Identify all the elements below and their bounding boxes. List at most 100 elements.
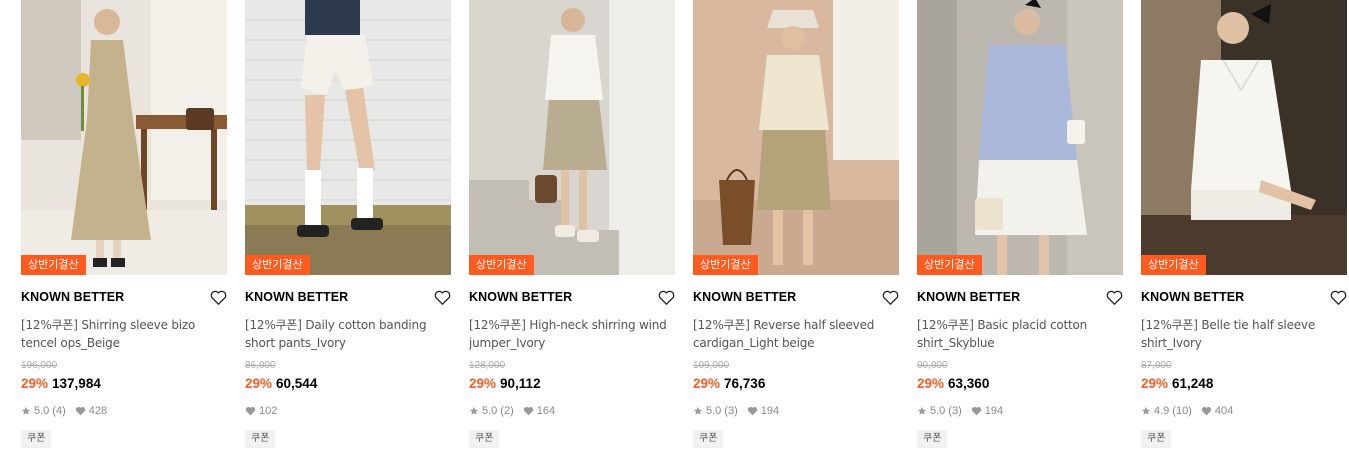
likes-count: 194 — [760, 405, 780, 417]
product-name[interactable]: [12%쿠폰] Belle tie half sleeve shirt_Ivor… — [1141, 316, 1347, 352]
review-meta: 4.9 (10) 404 — [1141, 404, 1347, 418]
sale-price: 61,248 — [1172, 376, 1214, 391]
price-row: 29% 63,360 — [917, 375, 1123, 392]
discount-rate: 29% — [245, 376, 273, 391]
sale-price: 63,360 — [948, 376, 990, 391]
product-image[interactable]: 상반기결산 — [1141, 0, 1347, 275]
coupon-tag: 쿠폰 — [21, 430, 52, 448]
discount-rate: 29% — [693, 376, 721, 391]
likes-heart-icon — [75, 407, 85, 416]
wishlist-heart-icon[interactable] — [433, 289, 451, 305]
star-icon — [469, 406, 479, 415]
wishlist-heart-icon[interactable] — [881, 289, 899, 305]
review-meta: 5.0 (4) 428 — [21, 404, 227, 418]
brand-name[interactable]: KNOWN BETTER — [1141, 290, 1244, 304]
likes-count: 102 — [259, 405, 278, 417]
product-image[interactable]: 상반기결산 — [693, 0, 899, 275]
likes-heart-icon — [245, 407, 256, 416]
likes-count: 428 — [88, 405, 108, 417]
product-name[interactable]: [12%쿠폰] Daily cotton banding short pants… — [245, 316, 451, 352]
star-icon — [1141, 406, 1151, 415]
product-photo-skyblue-shirt — [917, 0, 1123, 275]
rating-value: 5.0 — [930, 405, 946, 417]
rating-value: 4.9 — [1154, 405, 1170, 417]
review-count: (2) — [500, 405, 514, 417]
review-count: (3) — [724, 405, 738, 417]
brand-name[interactable]: KNOWN BETTER — [21, 290, 124, 304]
product-card[interactable]: 상반기결산 KNOWN BETTER [12%쿠폰] Belle tie hal… — [1141, 0, 1347, 448]
product-grid: 상반기결산 KNOWN BETTER [12%쿠폰] Shirring slee… — [21, 0, 1347, 448]
sale-badge: 상반기결산 — [469, 255, 534, 275]
sale-price: 60,544 — [276, 376, 318, 391]
brand-name[interactable]: KNOWN BETTER — [693, 290, 796, 304]
wishlist-heart-icon[interactable] — [1105, 289, 1123, 305]
sale-price: 90,112 — [500, 376, 541, 391]
brand-name[interactable]: KNOWN BETTER — [245, 290, 348, 304]
product-name[interactable]: [12%쿠폰] Basic placid cotton shirt_Skyblu… — [917, 316, 1123, 352]
brand-name[interactable]: KNOWN BETTER — [917, 290, 1020, 304]
product-name[interactable]: [12%쿠폰] Shirring sleeve bizo tencel ops_… — [21, 316, 227, 352]
wishlist-heart-icon[interactable] — [657, 289, 675, 305]
rating-value: 5.0 — [482, 405, 498, 417]
price-row: 29% 61,248 — [1141, 375, 1347, 392]
product-image[interactable]: 상반기결산 — [245, 0, 451, 275]
product-image[interactable]: 상반기결산 — [917, 0, 1123, 275]
sale-badge: 상반기결산 — [245, 255, 310, 275]
product-photo-ivory-shorts — [245, 0, 451, 275]
wishlist-heart-icon[interactable] — [1329, 289, 1347, 305]
review-count: (4) — [52, 405, 66, 417]
price-row: 29% 90,112 — [469, 375, 675, 392]
likes-heart-icon — [747, 407, 757, 416]
price-row: 29% 137,984 — [21, 375, 227, 392]
brand-name[interactable]: KNOWN BETTER — [469, 290, 572, 304]
coupon-tag: 쿠폰 — [1141, 430, 1172, 448]
original-price: 128,000 — [469, 360, 506, 371]
original-price: 109,000 — [693, 360, 730, 371]
likes-heart-icon — [1201, 407, 1212, 416]
original-price: 196,000 — [21, 360, 58, 371]
product-card[interactable]: 상반기결산 KNOWN BETTER [12%쿠폰] High-neck shi… — [469, 0, 675, 448]
likes-count: 164 — [536, 405, 556, 417]
discount-rate: 29% — [469, 376, 497, 391]
coupon-tag: 쿠폰 — [917, 430, 948, 448]
coupon-tag: 쿠폰 — [693, 430, 724, 448]
review-meta: 5.0 (3) 194 — [693, 404, 899, 418]
coupon-tag: 쿠폰 — [469, 430, 500, 448]
original-price: 87,000 — [1141, 360, 1172, 371]
wishlist-heart-icon[interactable] — [209, 289, 227, 305]
rating-value: 5.0 — [706, 405, 722, 417]
price-row: 29% 60,544 — [245, 375, 451, 392]
product-photo-beige-dress — [21, 0, 227, 275]
discount-rate: 29% — [21, 376, 49, 391]
product-card[interactable]: 상반기결산 KNOWN BETTER [12%쿠폰] Shirring slee… — [21, 0, 227, 448]
product-photo-beige-cardigan — [693, 0, 899, 275]
likes-heart-icon — [523, 407, 533, 416]
likes-count: 194 — [984, 405, 1004, 417]
review-meta: 5.0 (2) 164 — [469, 404, 675, 418]
original-price: 86,000 — [245, 360, 276, 371]
product-name[interactable]: [12%쿠폰] High-neck shirring wind jumper_I… — [469, 316, 675, 352]
likes-heart-icon — [971, 407, 981, 416]
product-photo-ivory-tie-shirt — [1141, 0, 1347, 275]
sale-price: 137,984 — [52, 376, 101, 391]
star-icon — [917, 406, 927, 415]
likes-count: 404 — [1214, 405, 1234, 417]
product-card[interactable]: 상반기결산 KNOWN BETTER [12%쿠폰] Daily cotton … — [245, 0, 451, 448]
review-count: (10) — [1172, 405, 1192, 417]
rating-value: 5.0 — [34, 405, 50, 417]
product-card[interactable]: 상반기결산 KNOWN BETTER [12%쿠폰] Basic placid … — [917, 0, 1123, 448]
sale-price: 76,736 — [724, 376, 766, 391]
sale-badge: 상반기결산 — [917, 255, 982, 275]
review-meta: 102 — [245, 404, 451, 418]
product-image[interactable]: 상반기결산 — [469, 0, 675, 275]
price-row: 29% 76,736 — [693, 375, 899, 392]
coupon-tag: 쿠폰 — [245, 430, 276, 448]
product-image[interactable]: 상반기결산 — [21, 0, 227, 275]
original-price: 90,000 — [917, 360, 948, 371]
sale-badge: 상반기결산 — [21, 255, 86, 275]
product-name[interactable]: [12%쿠폰] Reverse half sleeved cardigan_Li… — [693, 316, 899, 352]
product-card[interactable]: 상반기결산 KNOWN BETTER [12%쿠폰] Reverse half … — [693, 0, 899, 448]
discount-rate: 29% — [917, 376, 945, 391]
sale-badge: 상반기결산 — [1141, 255, 1206, 275]
sale-badge: 상반기결산 — [693, 255, 758, 275]
